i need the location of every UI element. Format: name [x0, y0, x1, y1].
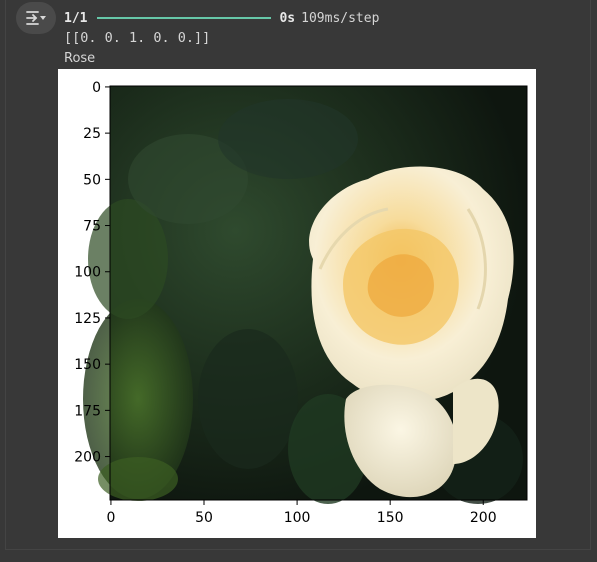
x-tick-label: 200	[470, 510, 497, 526]
output-toggle-icon	[26, 11, 46, 25]
y-tick-label: 150	[74, 357, 101, 373]
training-progress-line: 1/1 0s 109ms/step	[64, 9, 379, 27]
y-tick-label: 75	[83, 219, 101, 235]
y-tick-label: 125	[74, 311, 101, 327]
image-plot: 0 50 100 150 200 0 25 50 75 100 125 150 175 200	[74, 80, 528, 526]
step-count: 1/1	[64, 10, 88, 26]
x-tick-label: 50	[195, 510, 213, 526]
output-toggle-button[interactable]	[16, 2, 56, 34]
y-tick-label: 25	[83, 126, 101, 142]
y-tick-label: 50	[83, 172, 101, 188]
x-tick-label: 150	[377, 510, 404, 526]
x-tick-label: 0	[106, 510, 115, 526]
matplotlib-figure: 0 50 100 150 200 0 25 50 75 100 125 150 175 200	[58, 69, 536, 538]
y-tick-label: 100	[74, 265, 101, 281]
y-tick-label: 175	[74, 403, 101, 419]
elapsed-time: 0s	[279, 10, 296, 26]
prediction-array: [[0. 0. 1. 0. 0.]]	[64, 30, 211, 46]
rose-photo	[83, 86, 527, 504]
x-axis: 0 50 100 150 200	[106, 500, 497, 526]
progress-bar	[97, 17, 272, 19]
progress-bar-fill	[97, 17, 272, 19]
predicted-class-label: Rose	[64, 51, 96, 66]
x-tick-label: 100	[284, 510, 311, 526]
y-tick-label: 0	[92, 80, 101, 96]
y-tick-label: 200	[74, 450, 101, 466]
step-time: 109ms/step	[301, 10, 380, 26]
